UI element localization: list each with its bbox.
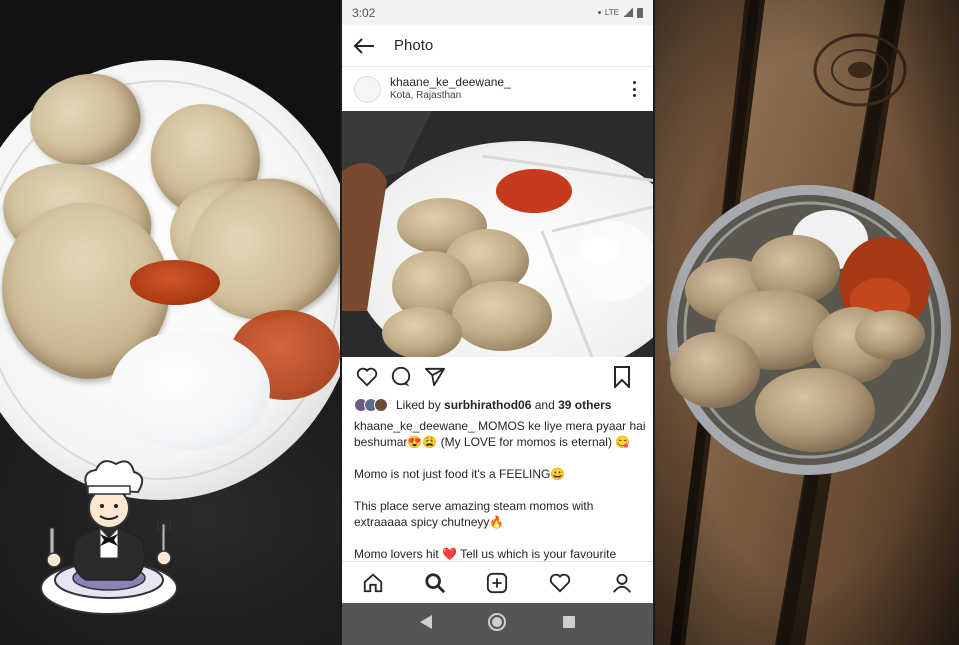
liked-by-user[interactable]: surbhirathod06 (444, 398, 531, 412)
comment-icon[interactable] (388, 364, 414, 390)
caption-line: This place serve amazing steam momos wit… (354, 499, 594, 529)
caption-line: Momo lovers hit ❤️ Tell us which is your… (354, 547, 617, 561)
post-location[interactable]: Kota, Rajasthan (390, 89, 511, 102)
likes-summary[interactable]: Liked by surbhirathod06 and 39 others (354, 398, 611, 412)
caption-username[interactable]: khaane_ke_deewane_ (354, 419, 475, 433)
avatar (374, 398, 388, 412)
post-header: khaane_ke_deewane_ Kota, Rajasthan (342, 67, 653, 111)
page-title: Photo (394, 37, 434, 54)
send-icon[interactable] (422, 364, 448, 390)
right-food-photo (655, 0, 959, 645)
status-bar: 3:02 LTE (342, 0, 653, 25)
post-username[interactable]: khaane_ke_deewane_ (390, 76, 511, 89)
app-bar: Photo (342, 25, 653, 67)
signal-icon (623, 8, 633, 17)
left-food-photo (0, 0, 340, 645)
liked-by-prefix: Liked by (396, 398, 441, 412)
profile-icon[interactable] (610, 571, 634, 595)
android-recents-icon[interactable] (562, 615, 576, 634)
add-post-icon[interactable] (485, 571, 509, 595)
post-actions (342, 362, 653, 392)
bottom-nav (342, 561, 653, 603)
heart-icon[interactable] (354, 364, 380, 390)
instagram-phone-screen: 3:02 LTE Photo khaane_ke_deewane_ Kota, … (342, 0, 653, 645)
android-home-icon[interactable] (487, 612, 507, 637)
android-back-icon[interactable] (419, 614, 433, 635)
activity-heart-icon[interactable] (548, 571, 572, 595)
more-vertical-icon[interactable] (631, 81, 637, 97)
search-icon[interactable] (423, 571, 447, 595)
notification-dot-icon (597, 11, 601, 14)
home-icon[interactable] (361, 571, 385, 595)
caption-line: Momo is not just food it's a FEELING😀 (354, 467, 566, 481)
chef-logo-icon (40, 460, 178, 615)
liked-by-others[interactable]: 39 others (558, 398, 611, 412)
liked-by-and: and (534, 398, 555, 412)
post-caption: khaane_ke_deewane_ MOMOS ke liye mera py… (354, 418, 646, 578)
mayonnaise-dip (110, 330, 270, 450)
android-nav-bar (342, 603, 653, 645)
back-arrow-icon[interactable] (342, 25, 386, 67)
status-time: 3:02 (352, 5, 376, 20)
bookmark-icon[interactable] (609, 364, 635, 390)
chutney (130, 260, 220, 305)
battery-icon (637, 7, 643, 18)
avatar[interactable] (354, 75, 381, 103)
post-image[interactable] (342, 111, 653, 357)
liker-avatars (354, 398, 388, 412)
network-label: LTE (604, 8, 619, 17)
